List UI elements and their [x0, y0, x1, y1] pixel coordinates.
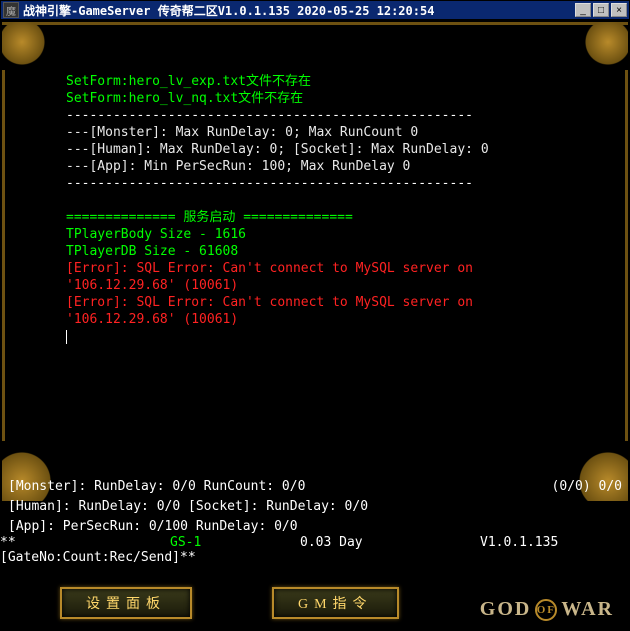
log-error: [Error]: SQL Error: Can't connect to MyS…	[66, 295, 473, 310]
logo-text-war: WAR	[561, 598, 614, 621]
ornate-border-right	[625, 70, 628, 441]
stats-human: [Human]: RunDelay: 0/0 [Socket]: RunDela…	[8, 497, 622, 517]
stats-row-app: [App]: PerSecRun: 0/100 RunDelay: 0/0	[8, 517, 622, 537]
gate-label: **[GateNo:Count:Rec/Send]**	[0, 535, 170, 565]
window-title: 战神引擎-GameServer 传奇帮二区V1.0.1.135 2020-05-…	[23, 2, 575, 19]
gate-gs: GS-1	[170, 535, 300, 565]
log-error: [Error]: SQL Error: Can't connect to MyS…	[66, 261, 473, 276]
god-of-war-logo: GOD OF WAR	[480, 598, 614, 621]
settings-panel-button[interactable]: 设置面板	[60, 587, 192, 619]
logo-omega-icon: OF	[535, 599, 557, 621]
stats-monster: [Monster]: RunDelay: 0/0 RunCount: 0/0	[8, 477, 552, 497]
logo-text-god: GOD	[480, 598, 532, 621]
log-line: ---[Human]: Max RunDelay: 0; [Socket]: M…	[66, 142, 489, 157]
titlebar: 魔 战神引擎-GameServer 传奇帮二区V1.0.1.135 2020-0…	[0, 0, 630, 20]
maximize-button[interactable]: □	[593, 3, 609, 17]
stats-monster-right: (0/0) 0/0	[552, 477, 622, 497]
gm-command-button[interactable]: GM指令	[272, 587, 399, 619]
app-icon: 魔	[3, 2, 19, 18]
minimize-button[interactable]: _	[575, 3, 591, 17]
log-separator: ----------------------------------------…	[66, 176, 473, 191]
log-line: SetForm:hero_lv_nq.txt文件不存在	[66, 91, 303, 106]
log-line: TPlayerBody Size - 1616	[66, 227, 246, 242]
log-line: ---[App]: Min PerSecRun: 100; Max RunDel…	[66, 159, 410, 174]
gate-uptime: 0.03 Day	[300, 535, 480, 565]
window-body: SetForm:hero_lv_exp.txt文件不存在 SetForm:her…	[0, 20, 630, 631]
stats-row-human: [Human]: RunDelay: 0/0 [Socket]: RunDela…	[8, 497, 622, 517]
text-caret	[66, 330, 67, 344]
gate-version: V1.0.1.135	[480, 535, 622, 565]
window-controls: _ □ ×	[575, 3, 627, 17]
log-line: TPlayerDB Size - 61608	[66, 244, 238, 259]
stats-panel: [Monster]: RunDelay: 0/0 RunCount: 0/0 (…	[8, 477, 622, 537]
console-output: SetForm:hero_lv_exp.txt文件不存在 SetForm:her…	[60, 50, 570, 441]
log-error: '106.12.29.68' (10061)	[66, 278, 238, 293]
log-error: '106.12.29.68' (10061)	[66, 312, 238, 327]
stats-app: [App]: PerSecRun: 0/100 RunDelay: 0/0	[8, 517, 622, 537]
ornate-border-left	[2, 70, 5, 441]
close-button[interactable]: ×	[611, 3, 627, 17]
log-line: SetForm:hero_lv_exp.txt文件不存在	[66, 74, 311, 89]
gate-info: **[GateNo:Count:Rec/Send]** GS-1 0.03 Da…	[0, 535, 622, 565]
stats-row-monster: [Monster]: RunDelay: 0/0 RunCount: 0/0 (…	[8, 477, 622, 497]
log-line: ---[Monster]: Max RunDelay: 0; Max RunCo…	[66, 125, 418, 140]
log-line: ============== 服务启动 ==============	[66, 210, 353, 225]
log-separator: ----------------------------------------…	[66, 108, 473, 123]
